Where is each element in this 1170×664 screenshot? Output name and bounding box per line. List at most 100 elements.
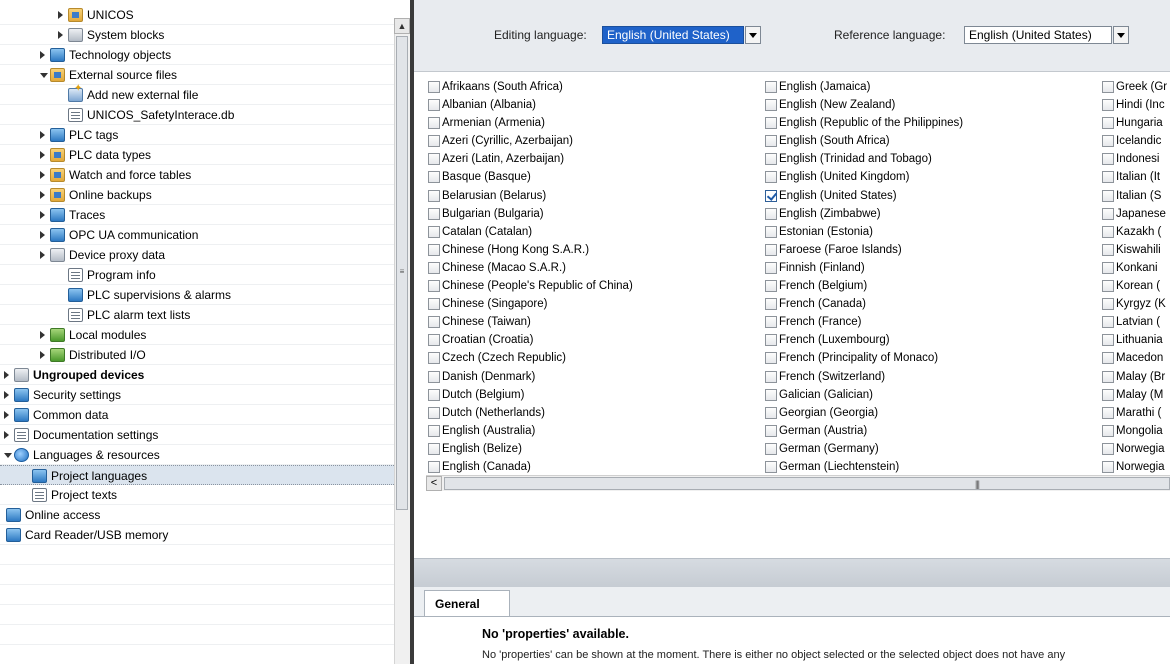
language-option[interactable]: Armenian (Armenia)	[426, 114, 756, 132]
collapsed-arrow-icon[interactable]	[40, 131, 45, 139]
language-option[interactable]: Azeri (Cyrillic, Azerbaijan)	[426, 132, 756, 150]
checkbox-icon[interactable]	[765, 261, 777, 274]
language-option[interactable]: Galician (Galician)	[763, 386, 1093, 404]
language-option[interactable]: Faroese (Faroe Islands)	[763, 241, 1093, 259]
language-option[interactable]: Hindi (Inc	[1100, 96, 1170, 114]
language-option[interactable]: Hungaria	[1100, 114, 1170, 132]
tree-item[interactable]: Device proxy data	[0, 245, 394, 265]
language-option[interactable]: German (Liechtenstein)	[763, 458, 1093, 476]
checkbox-icon[interactable]	[428, 316, 440, 329]
collapsed-arrow-icon[interactable]	[40, 51, 45, 59]
collapsed-arrow-icon[interactable]	[4, 411, 9, 419]
checkbox-icon[interactable]	[765, 243, 777, 256]
checkbox-icon[interactable]	[428, 189, 440, 202]
checkbox-icon[interactable]	[1102, 298, 1114, 311]
checkbox-icon[interactable]	[1102, 388, 1114, 401]
checkbox-icon[interactable]	[765, 442, 777, 455]
checkbox-icon[interactable]	[765, 370, 777, 383]
expanded-arrow-icon[interactable]	[4, 453, 12, 458]
language-option[interactable]: Belarusian (Belarus)	[426, 187, 756, 205]
language-option[interactable]: Danish (Denmark)	[426, 368, 756, 386]
checkbox-icon[interactable]	[428, 171, 440, 184]
tree-item[interactable]: Ungrouped devices	[0, 365, 394, 385]
checkbox-icon[interactable]	[765, 334, 777, 347]
tree-item[interactable]: Security settings	[0, 385, 394, 405]
checkbox-icon[interactable]	[428, 280, 440, 293]
checkbox-icon[interactable]	[428, 207, 440, 220]
language-option[interactable]: Malay (M	[1100, 386, 1170, 404]
checkbox-icon[interactable]	[428, 442, 440, 455]
language-option[interactable]: Marathi (	[1100, 404, 1170, 422]
tree-item[interactable]: UNICOS	[0, 5, 394, 25]
collapsed-arrow-icon[interactable]	[40, 211, 45, 219]
language-option[interactable]: Chinese (Macao S.A.R.)	[426, 259, 756, 277]
tree-item[interactable]: Program info	[0, 265, 394, 285]
language-option[interactable]: English (Canada)	[426, 458, 756, 476]
language-option[interactable]: Chinese (People's Republic of China)	[426, 277, 756, 295]
checkbox-icon[interactable]	[428, 99, 440, 112]
tab-general[interactable]: General	[424, 590, 510, 616]
checkbox-icon[interactable]	[428, 261, 440, 274]
tree-item[interactable]: Card Reader/USB memory	[0, 525, 394, 545]
collapsed-arrow-icon[interactable]	[40, 251, 45, 259]
checkbox-icon[interactable]	[428, 406, 440, 419]
scroll-left-arrow-icon[interactable]: <	[426, 476, 442, 491]
checkbox-icon[interactable]	[765, 225, 777, 238]
tree-item[interactable]: Local modules	[0, 325, 394, 345]
language-option[interactable]: Malay (Br	[1100, 368, 1170, 386]
language-option[interactable]: English (United Kingdom)	[763, 168, 1093, 186]
checkbox-icon[interactable]	[428, 334, 440, 347]
checkbox-icon[interactable]	[428, 388, 440, 401]
tree-item[interactable]: System blocks	[0, 25, 394, 45]
checkbox-checked-icon[interactable]	[765, 189, 777, 202]
tree-item[interactable]: Online access	[0, 505, 394, 525]
language-option[interactable]: Korean (	[1100, 277, 1170, 295]
checkbox-icon[interactable]	[428, 117, 440, 130]
tree-item[interactable]: Languages & resources	[0, 445, 394, 465]
language-option[interactable]: English (Australia)	[426, 422, 756, 440]
language-option[interactable]: Azeri (Latin, Azerbaijan)	[426, 150, 756, 168]
checkbox-icon[interactable]	[1102, 406, 1114, 419]
language-option[interactable]: Kazakh (	[1100, 223, 1170, 241]
reference-language-select[interactable]: English (United States)	[964, 26, 1112, 44]
editing-language-dropdown-icon[interactable]	[745, 26, 761, 44]
language-option[interactable]: Icelandic	[1100, 132, 1170, 150]
checkbox-icon[interactable]	[765, 207, 777, 220]
tree-item[interactable]: UNICOS_SafetyInterace.db	[0, 105, 394, 125]
checkbox-icon[interactable]	[428, 135, 440, 148]
language-option[interactable]: English (Belize)	[426, 440, 756, 458]
tree-item[interactable]: Add new external file	[0, 84, 394, 105]
checkbox-icon[interactable]	[1102, 225, 1114, 238]
checkbox-icon[interactable]	[765, 424, 777, 437]
checkbox-icon[interactable]	[765, 460, 777, 473]
checkbox-icon[interactable]	[765, 81, 777, 93]
tree-item[interactable]: OPC UA communication	[0, 225, 394, 245]
language-option[interactable]: Chinese (Hong Kong S.A.R.)	[426, 241, 756, 259]
language-option[interactable]: German (Austria)	[763, 422, 1093, 440]
language-option[interactable]: Croatian (Croatia)	[426, 331, 756, 349]
collapsed-arrow-icon[interactable]	[40, 191, 45, 199]
language-option[interactable]: Kyrgyz (K	[1100, 295, 1170, 313]
language-option[interactable]: Japanese	[1100, 205, 1170, 223]
tree-item[interactable]: Watch and force tables	[0, 165, 394, 185]
language-option[interactable]: Lithuania	[1100, 331, 1170, 349]
checkbox-icon[interactable]	[1102, 261, 1114, 274]
checkbox-icon[interactable]	[1102, 135, 1114, 148]
checkbox-icon[interactable]	[1102, 189, 1114, 202]
checkbox-icon[interactable]	[1102, 81, 1114, 93]
language-option[interactable]: English (United States)	[763, 187, 1093, 205]
checkbox-icon[interactable]	[428, 153, 440, 166]
checkbox-icon[interactable]	[765, 171, 777, 184]
language-option[interactable]: Italian (S	[1100, 187, 1170, 205]
reference-language-dropdown-icon[interactable]	[1113, 26, 1129, 44]
collapsed-arrow-icon[interactable]	[40, 171, 45, 179]
collapsed-arrow-icon[interactable]	[40, 331, 45, 339]
checkbox-icon[interactable]	[428, 298, 440, 311]
collapsed-arrow-icon[interactable]	[40, 151, 45, 159]
language-option[interactable]: Catalan (Catalan)	[426, 223, 756, 241]
language-option[interactable]: Estonian (Estonia)	[763, 223, 1093, 241]
checkbox-icon[interactable]	[1102, 442, 1114, 455]
checkbox-icon[interactable]	[765, 298, 777, 311]
tree-item[interactable]: External source files	[0, 65, 394, 85]
checkbox-icon[interactable]	[1102, 207, 1114, 220]
